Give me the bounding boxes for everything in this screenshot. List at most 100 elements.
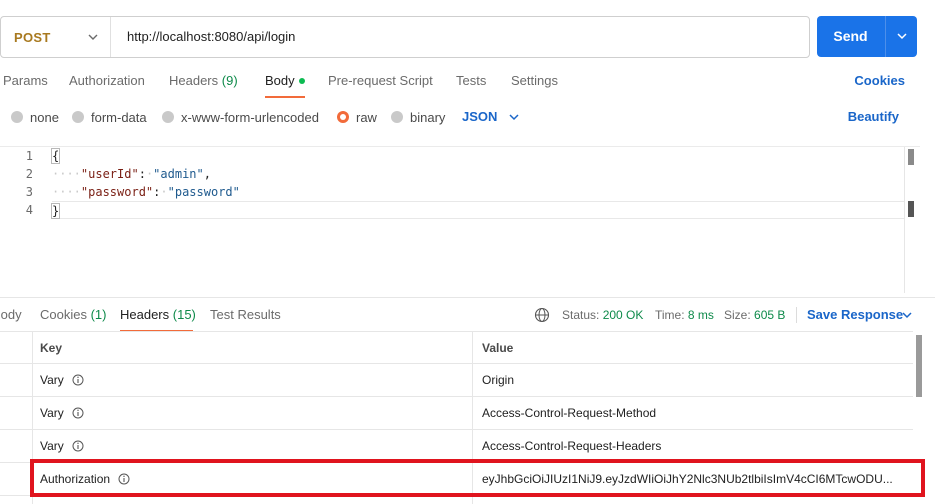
code-line-2: ····"userId":·"admin", — [52, 167, 211, 181]
code-line-3: ····"password":·"password" — [52, 185, 240, 199]
send-button[interactable]: Send — [817, 16, 917, 57]
table-scrollbar-thumb[interactable] — [916, 335, 922, 397]
tab-cookies-label: Cookies — [40, 307, 87, 322]
beautify-link[interactable]: Beautify — [848, 102, 899, 132]
tab-authorization[interactable]: Authorization — [69, 64, 145, 98]
info-icon[interactable] — [72, 407, 84, 419]
radio-none[interactable]: none — [11, 102, 59, 132]
size-label: Size: — [724, 308, 751, 322]
body-indicator-dot — [298, 77, 305, 84]
tab-headers[interactable]: Headers (9) — [169, 64, 238, 98]
line-number: 2 — [25, 167, 33, 181]
column-header-value: Value — [482, 341, 514, 355]
save-response-button[interactable]: Save Response — [807, 298, 903, 332]
radio-icon — [391, 111, 403, 123]
chevron-down-icon[interactable] — [901, 309, 913, 321]
json-value-admin: "admin" — [153, 167, 204, 181]
radio-icon — [11, 111, 23, 123]
json-value-password: "password" — [167, 185, 240, 199]
header-key: Vary — [40, 373, 64, 387]
table-row: Vary Access-Control-Request-Method — [0, 397, 913, 430]
radio-x-www-form-urlencoded[interactable]: x-www-form-urlencoded — [162, 102, 319, 132]
code-line-4: } — [50, 201, 904, 219]
tab-headers-label: Headers — [169, 73, 219, 88]
size-value: 605 B — [754, 308, 786, 322]
radio-form-data-label: form-data — [91, 109, 147, 125]
json-key-userid: "userId" — [80, 167, 139, 181]
tab-test-results[interactable]: Test Results — [210, 298, 281, 332]
editor-scrollbar-track — [904, 147, 905, 293]
time-label: Time: — [655, 308, 685, 322]
chevron-down-icon — [88, 34, 98, 40]
tab-pre-request-script[interactable]: Pre-request Script — [328, 64, 433, 98]
method-label: POST — [14, 29, 51, 45]
radio-none-label: none — [30, 109, 59, 125]
tab-body[interactable]: Body — [265, 64, 305, 98]
request-tabs: Params Authorization Headers (9) Body Pr… — [0, 64, 935, 98]
send-divider — [885, 16, 886, 57]
comma: , — [203, 167, 211, 181]
radio-raw-label: raw — [356, 109, 377, 125]
open-brace: { — [50, 148, 61, 164]
body-mode-row: none form-data x-www-form-urlencoded raw… — [0, 102, 935, 132]
radio-binary-label: binary — [410, 109, 446, 125]
tab-headers-count: (9) — [221, 73, 238, 88]
url-input[interactable]: http://localhost:8080/api/login — [127, 17, 295, 57]
method-select[interactable]: POST — [1, 17, 111, 57]
tab-params[interactable]: Params — [3, 64, 48, 98]
size-readout: Size: 605 B — [724, 298, 785, 332]
tab-headers-count: (15) — [172, 307, 196, 322]
tab-settings[interactable]: Settings — [511, 64, 558, 98]
radio-binary[interactable]: binary — [391, 102, 445, 132]
status-value: 200 OK — [602, 308, 644, 322]
tab-response-headers[interactable]: Headers (15) — [120, 298, 196, 332]
radio-selected-icon — [337, 111, 349, 123]
line-number: 4 — [25, 203, 33, 217]
info-icon[interactable] — [72, 440, 84, 452]
header-value: Access-Control-Request-Method — [482, 406, 657, 420]
close-brace: } — [50, 203, 61, 219]
header-key-cell: Vary — [40, 364, 470, 397]
tab-headers-label: Headers — [120, 307, 170, 322]
radio-raw[interactable]: raw — [337, 102, 377, 132]
header-key: Vary — [40, 439, 64, 453]
header-key: Vary — [40, 406, 64, 420]
response-tabs: Body Cookies (1) Headers (15) Test Resul… — [0, 297, 935, 332]
globe-icon[interactable] — [534, 307, 550, 323]
line-number: 1 — [25, 149, 33, 163]
line-number: 3 — [25, 185, 33, 199]
tab-response-body[interactable]: Body — [0, 298, 22, 332]
tab-body-label: Body — [265, 73, 295, 88]
format-select[interactable]: JSON — [462, 102, 497, 132]
radio-urlencoded-label: x-www-form-urlencoded — [181, 109, 319, 125]
json-key-password: "password" — [80, 185, 154, 199]
column-header-key: Key — [40, 341, 63, 355]
code-line-1: { — [50, 147, 61, 165]
code-editor[interactable]: 1 2 3 4 { ····"userId":·"admin", ····"pa… — [0, 146, 920, 293]
status-label: Status: — [562, 308, 600, 322]
info-icon[interactable] — [72, 374, 84, 386]
editor-cursor-marker — [908, 201, 914, 217]
editor-scrollbar-thumb[interactable] — [908, 149, 914, 165]
radio-icon — [72, 111, 84, 123]
table-header-row: Key Value — [0, 331, 913, 364]
time-readout: Time: 8 ms — [655, 298, 714, 332]
divider — [796, 307, 797, 323]
highlight-annotation-box — [30, 459, 925, 497]
request-bar: POST http://localhost:8080/api/login — [0, 16, 810, 58]
header-value: Origin — [482, 373, 515, 387]
tab-response-cookies[interactable]: Cookies (1) — [40, 298, 106, 332]
table-row: Vary Origin — [0, 364, 913, 397]
tab-tests[interactable]: Tests — [456, 64, 486, 98]
line-gutter: 1 2 3 4 — [0, 147, 40, 293]
cookies-link[interactable]: Cookies — [854, 64, 905, 98]
colon: : — [138, 167, 146, 181]
radio-form-data[interactable]: form-data — [72, 102, 147, 132]
status-readout: Status: 200 OK — [562, 298, 643, 332]
chevron-down-icon[interactable] — [896, 30, 908, 42]
chevron-down-icon[interactable] — [508, 111, 520, 123]
header-key-cell: Vary — [40, 397, 470, 430]
code-content[interactable]: { ····"userId":·"admin", ····"password":… — [50, 147, 904, 293]
tab-cookies-count: (1) — [90, 307, 107, 322]
send-label: Send — [833, 28, 868, 44]
